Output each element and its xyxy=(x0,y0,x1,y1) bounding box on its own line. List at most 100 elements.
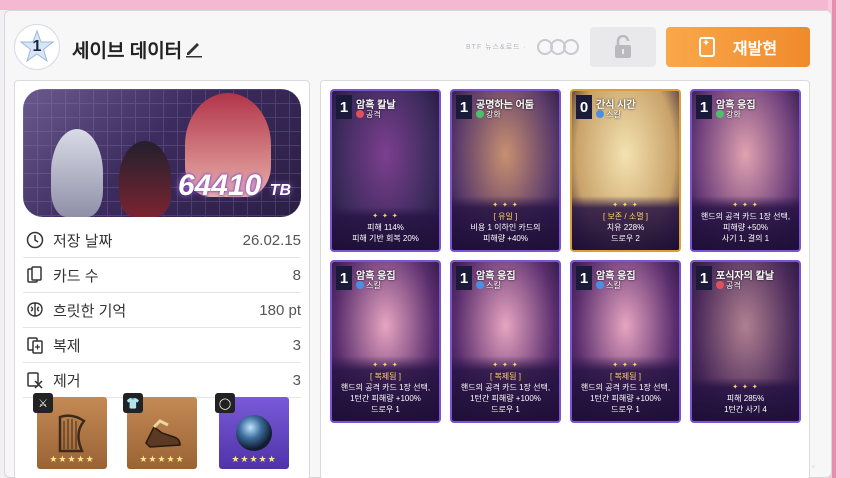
stat-value: 8 xyxy=(292,266,301,284)
lock-button[interactable] xyxy=(590,27,656,67)
card-divider: ✦ ✦ ✦ xyxy=(612,362,639,369)
card-cost: 1 xyxy=(456,266,472,290)
level-number: 1 xyxy=(32,38,42,55)
cards-icon xyxy=(25,265,45,285)
card-type-label: 강화 xyxy=(726,110,741,119)
character-dark-hair xyxy=(119,141,171,217)
pencil-icon[interactable] xyxy=(184,38,204,58)
card-description: ✦ ✦ ✦ [ 보존 / 소멸 ] 치유 228% 드로우 2 xyxy=(572,196,679,250)
stat-remove: 제거 3 xyxy=(23,363,301,398)
ring-icon: ◯ xyxy=(215,393,235,413)
orb-icon xyxy=(236,415,272,451)
card-type: 스킬 xyxy=(596,280,621,291)
card-description-line: [ 복제됨 ] xyxy=(490,372,521,381)
stats-list: 저장 날짜 26.02.15 카드 수 8 흐릿한 기억 180 pt 복제 3 xyxy=(23,223,301,398)
card-type-icon xyxy=(356,110,364,118)
card-cost: 1 xyxy=(456,95,472,119)
card-description-line: [ 유일 ] xyxy=(493,212,518,221)
card-description-line: 피해 285% xyxy=(726,394,765,403)
stat-faded-memory: 흐릿한 기억 180 pt xyxy=(23,293,301,328)
stat-save-date: 저장 날짜 26.02.15 xyxy=(23,223,301,258)
card-description-line: 핸드의 공격 카드 1장 선택, xyxy=(460,383,551,392)
card-description-line: [ 복제됨 ] xyxy=(370,372,401,381)
deck-card-grid: 1 암흑 칼날 공격 ✦ ✦ ✦ 피해 114% 피해 기반 회복 20% 1 공명하는 어둠… xyxy=(320,80,810,478)
card-type-label: 공격 xyxy=(726,281,741,290)
rarity-stars: ★★★★★ xyxy=(231,454,277,464)
score-value: 64410 xyxy=(177,169,262,202)
deck-card[interactable]: 1 암흑 응집 강화 ✦ ✦ ✦ 핸드의 공격 카드 1장 선택, 피해량 +50% 사기 … xyxy=(690,89,801,252)
card-description: ✦ ✦ ✦ 핸드의 공격 카드 1장 선택, 피해량 +50% 사기 1, 결의 1 xyxy=(692,196,799,250)
deck-card[interactable]: 1 공명하는 어둠 강화 ✦ ✦ ✦[ 유일 ] 비용 1 이하인 카드의 피해량 +40… xyxy=(450,89,561,252)
stat-value: 3 xyxy=(292,371,301,389)
stat-card-count: 카드 수 8 xyxy=(23,258,301,293)
card-description-line: 드로우 1 xyxy=(371,405,400,414)
reissue-button[interactable]: 재발현 xyxy=(666,27,810,67)
equipment-weapon[interactable]: ⚔ ★★★★★ xyxy=(33,393,107,469)
card-cost: 1 xyxy=(336,95,352,119)
card-cost: 1 xyxy=(696,95,712,119)
star-icon: 1 xyxy=(19,29,55,65)
deck-card[interactable]: 0 간식 시간 스킬 ✦ ✦ ✦[ 보존 / 소멸 ] 치유 228% 드로우 2 xyxy=(570,89,681,252)
card-description: ✦ ✦ ✦ [ 복제됨 ] 핸드의 공격 카드 1장 선택, 1턴간 피해량 +100… xyxy=(452,356,559,421)
card-type: 스킬 xyxy=(476,280,501,291)
card-cost: 0 xyxy=(576,95,592,119)
card-description-line: 피해 114% xyxy=(367,223,404,232)
card-description-line: 드로우 1 xyxy=(611,405,640,414)
stat-label: 저장 날짜 xyxy=(53,232,113,250)
card-type-label: 스킬 xyxy=(606,110,621,119)
card-description-line: 드로우 2 xyxy=(611,234,640,243)
stat-value: 3 xyxy=(292,336,301,354)
harp-icon xyxy=(58,414,86,453)
card-description-line: 핸드의 공격 카드 1장 선택, xyxy=(580,383,671,392)
card-type-icon xyxy=(476,281,484,289)
card-divider: ✦ ✦ ✦ xyxy=(372,213,399,220)
page-title: 세이브 데이터 xyxy=(72,41,183,62)
deck-card[interactable]: 1 암흑 응집 스킬 ✦ ✦ ✦[ 복제됨 ] 핸드의 공격 카드 1장 선택, 1턴간 … xyxy=(450,260,561,423)
card-divider: ✦ ✦ ✦ xyxy=(492,362,519,369)
card-description: ✦ ✦ ✦ 피해 114% 피해 기반 회복 20% xyxy=(332,207,439,250)
deck-card[interactable]: 1 암흑 응집 스킬 ✦ ✦ ✦[ 복제됨 ] 핸드의 공격 카드 1장 선택, 1턴간 … xyxy=(570,260,681,423)
card-divider: ✦ ✦ ✦ xyxy=(612,202,639,209)
stat-value: 26.02.15 xyxy=(242,231,301,249)
card-description-line: 사기 1, 결의 1 xyxy=(721,234,770,243)
score-unit: TB xyxy=(269,182,291,199)
card-type-icon xyxy=(716,110,724,118)
card-type-label: 스킬 xyxy=(606,281,621,290)
card-type-icon xyxy=(716,281,724,289)
card-description-line: 1턴간 피해량 +100% xyxy=(470,394,541,403)
card-type: 스킬 xyxy=(596,109,621,120)
stat-duplicate: 복제 3 xyxy=(23,328,301,363)
card-type-icon xyxy=(596,110,604,118)
header: 1 세이브 데이터 BTF 뉴스&로드 · 재발현 xyxy=(14,24,814,72)
deck-card[interactable]: 1 포식자의 칼날 공격 ✦ ✦ ✦ 피해 285% 1턴간 사기 4 xyxy=(690,260,801,423)
save-summary-panel: 64410 TB 저장 날짜 26.02.15 카드 수 8 흐릿한 기억 18… xyxy=(14,80,310,478)
card-type-label: 강화 xyxy=(486,110,501,119)
card-cost: 1 xyxy=(696,266,712,290)
card-description-line: 드로우 1 xyxy=(491,405,520,414)
stat-label: 흐릿한 기억 xyxy=(53,302,127,320)
card-description-line: 피해량 +40% xyxy=(483,234,528,243)
card-description: ✦ ✦ ✦ 피해 285% 1턴간 사기 4 xyxy=(692,378,799,421)
stat-label: 카드 수 xyxy=(53,267,99,285)
deck-card[interactable]: 1 암흑 응집 스킬 ✦ ✦ ✦[ 복제됨 ] 핸드의 공격 카드 1장 선택, 1턴간 … xyxy=(330,260,441,423)
sword-icon: ⚔ xyxy=(33,393,53,413)
equipment-accessory[interactable]: ◯ ★★★★★ xyxy=(215,393,289,469)
level-badge: 1 xyxy=(14,24,60,70)
card-description-line: 1턴간 피해량 +100% xyxy=(590,394,661,403)
card-description: ✦ ✦ ✦ [ 유일 ] 비용 1 이하인 카드의 피해량 +40% xyxy=(452,196,559,250)
rarity-stars: ★★★★★ xyxy=(49,454,95,464)
card-description-line: 1턴간 피해량 +100% xyxy=(350,394,421,403)
stat-value: 180 pt xyxy=(259,301,301,319)
top-frame-border xyxy=(0,0,850,10)
header-fine-text: BTF 뉴스&로드 · xyxy=(466,44,527,51)
stat-label: 복제 xyxy=(53,337,81,355)
card-description-line: 핸드의 공격 카드 1장 선택, xyxy=(700,212,791,221)
boots-icon xyxy=(145,419,181,448)
rings-icon xyxy=(536,38,580,56)
reissue-button-label: 재발현 xyxy=(732,41,778,58)
card-type-icon xyxy=(476,110,484,118)
card-type-icon xyxy=(596,281,604,289)
equipment-armor[interactable]: 👕 ★★★★★ xyxy=(123,393,197,469)
remove-icon xyxy=(25,370,45,390)
deck-card[interactable]: 1 암흑 칼날 공격 ✦ ✦ ✦ 피해 114% 피해 기반 회복 20% xyxy=(330,89,441,252)
